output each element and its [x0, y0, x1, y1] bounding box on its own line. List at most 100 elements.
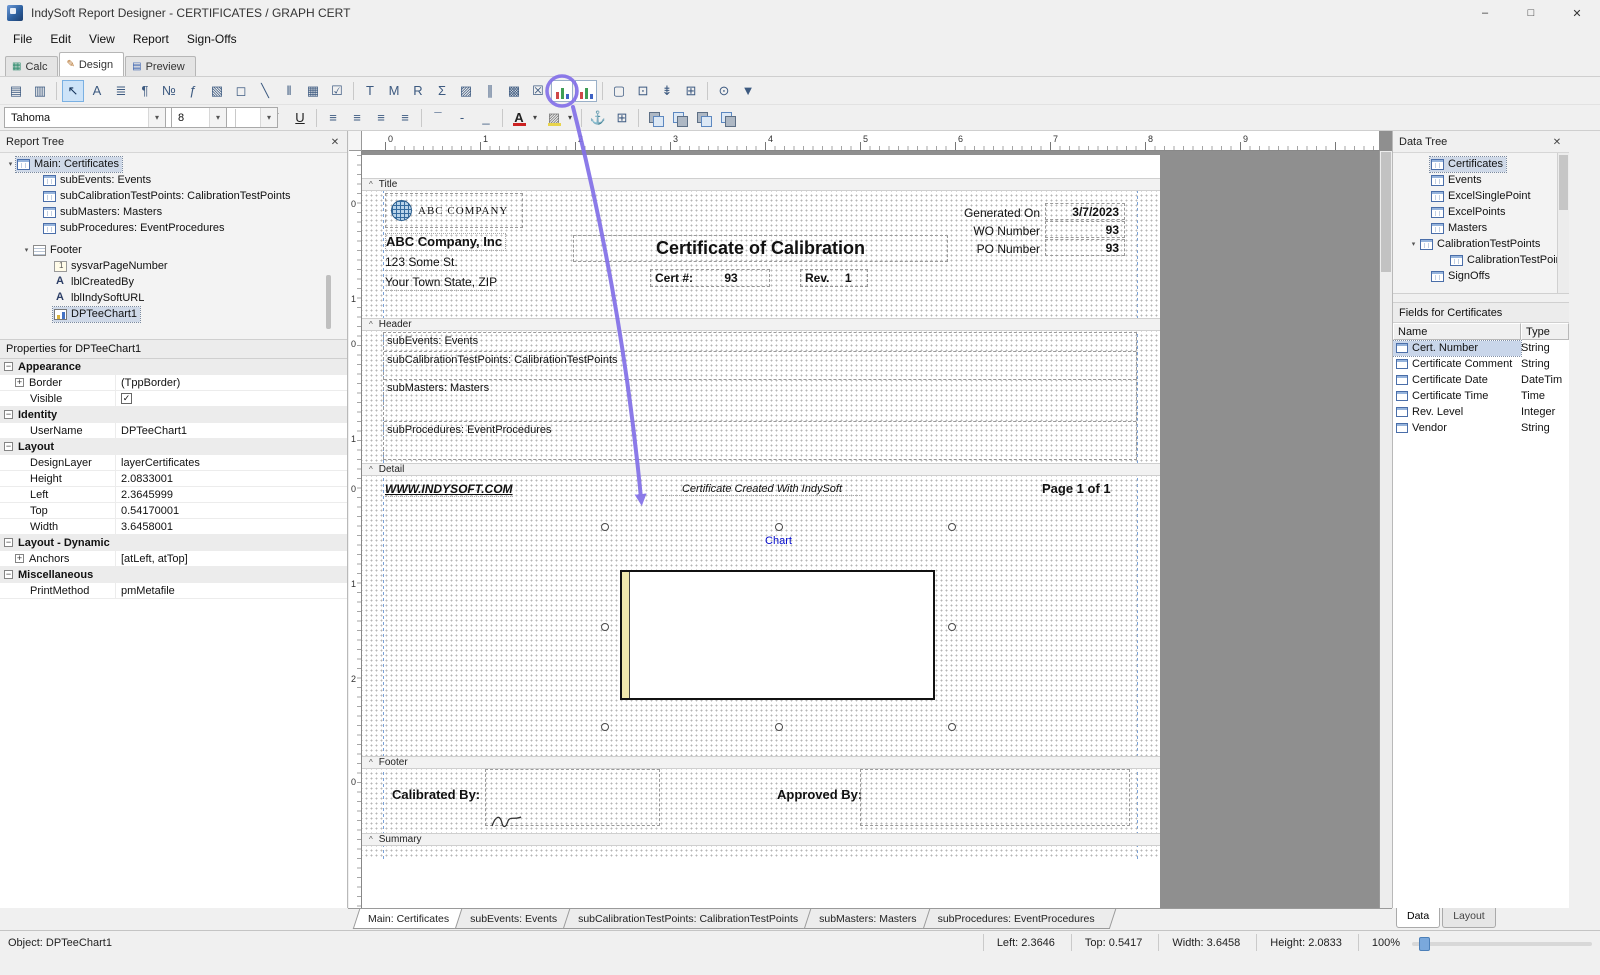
summary-band-header[interactable]: ^ Summary	[362, 833, 1160, 846]
align-middle-button[interactable]: -	[451, 107, 473, 129]
footer-band-header[interactable]: ^ Footer	[362, 756, 1160, 769]
align-bottom-button[interactable]: _	[475, 107, 497, 129]
doc-tab-subprocedures[interactable]: subProcedures: EventProcedures	[926, 909, 1113, 929]
select-tool-icon[interactable]: ↖	[62, 80, 84, 102]
dropdown-arrow-icon[interactable]: ▾	[148, 108, 165, 127]
zoom-tool-icon[interactable]: ⊙	[713, 80, 735, 102]
props-row-top[interactable]: Top 0.54170001	[0, 503, 347, 519]
tree-item-dpteechart1[interactable]: DPTeeChart1	[0, 306, 347, 322]
resize-handle[interactable]	[775, 723, 783, 731]
collapse-arrow-icon[interactable]: ▾	[1408, 240, 1419, 248]
dbrichtext-tool-icon[interactable]: R	[407, 80, 429, 102]
address-line1-label[interactable]: 123 Some St.	[385, 255, 458, 271]
bring-to-front-button[interactable]	[644, 107, 666, 129]
fill-color-button[interactable]: ▨	[543, 107, 565, 129]
approved-by-label[interactable]: Approved By:	[777, 787, 862, 802]
fill-color-dropdown[interactable]: ▾	[564, 107, 576, 129]
align-justify-button[interactable]: ≡	[394, 107, 416, 129]
collapse-icon[interactable]: −	[4, 570, 13, 579]
po-number-label[interactable]: PO Number	[922, 242, 1040, 256]
band-collapse-icon[interactable]: ^	[369, 759, 373, 767]
dropdown-arrow-icon[interactable]: ▾	[260, 108, 277, 127]
tree-item-lblindysofturl[interactable]: lblIndySoftURL	[0, 290, 347, 306]
close-panel-icon[interactable]: ✕	[328, 135, 342, 149]
resize-handle[interactable]	[948, 723, 956, 731]
props-group-miscellaneous[interactable]: − Miscellaneous	[0, 567, 347, 583]
cert-number-value[interactable]: 93	[693, 271, 769, 285]
data-item-events[interactable]: Events	[1393, 172, 1569, 188]
resize-handle[interactable]	[601, 623, 609, 631]
resize-handle[interactable]	[948, 623, 956, 631]
close-panel-icon[interactable]: ✕	[1550, 135, 1564, 149]
image-tool-icon[interactable]: ▧	[206, 80, 228, 102]
title-band-area[interactable]: ABC COMPANY ABC Company, Inc 123 Some St…	[362, 191, 1160, 318]
expand-icon[interactable]: +	[15, 554, 24, 563]
line-tool-icon[interactable]: ╲	[254, 80, 276, 102]
dbbarcode-tool-icon[interactable]: ∥	[479, 80, 501, 102]
wo-number-value[interactable]: 93	[1045, 221, 1125, 238]
font-color-button[interactable]: A	[508, 107, 530, 129]
tree-item-footer[interactable]: ▾ Footer	[0, 242, 347, 258]
maximize-button[interactable]: □	[1508, 0, 1554, 26]
report-page[interactable]: ^ Title ABC COMPANY ABC Company, Inc 123…	[362, 155, 1160, 908]
dbcalc-tool-icon[interactable]: Σ	[431, 80, 453, 102]
data-item-excelpoints[interactable]: ExcelPoints	[1393, 204, 1569, 220]
footer-band-area[interactable]: Calibrated By: Approved By:	[362, 769, 1160, 833]
company-name-label[interactable]: ABC Company, Inc	[385, 233, 506, 251]
barcode-tool-icon[interactable]: ‖	[278, 80, 300, 102]
menu-signoffs[interactable]: Sign-Offs	[178, 27, 246, 51]
menu-edit[interactable]: Edit	[41, 27, 80, 51]
calibrated-by-label[interactable]: Calibrated By:	[392, 787, 480, 802]
menu-report[interactable]: Report	[124, 27, 178, 51]
dbtext-tool-icon[interactable]: T	[359, 80, 381, 102]
collapse-icon[interactable]: −	[4, 410, 13, 419]
props-row-border[interactable]: +Border (TppBorder)	[0, 375, 347, 391]
header-band-area[interactable]: subEvents: Events subCalibrationTestPoin…	[362, 331, 1160, 463]
design-canvas[interactable]: 0 1 2 3 4 5 6 7 8 9 0 1 0 1 0 1 2 0	[349, 131, 1392, 908]
subreport-container[interactable]: subEvents: Events subCalibrationTestPoin…	[383, 332, 1137, 460]
resize-handle[interactable]	[948, 523, 956, 531]
data-outline-icon[interactable]: ▥	[29, 80, 51, 102]
detail-band-header[interactable]: ^ Detail	[362, 463, 1160, 476]
resize-handle[interactable]	[601, 723, 609, 731]
subreport-procedures[interactable]: subProcedures: EventProcedures	[384, 422, 1136, 459]
tab-layout[interactable]: Layout	[1442, 908, 1496, 928]
resize-handle[interactable]	[775, 523, 783, 531]
highlight-tool-icon[interactable]: ▼	[737, 80, 759, 102]
resize-handle[interactable]	[601, 523, 609, 531]
title-band-header[interactable]: ^ Title	[362, 178, 1160, 191]
dbchart-tool-icon[interactable]	[551, 80, 573, 102]
props-group-appearance[interactable]: − Appearance	[0, 359, 347, 375]
crosstab-tool-icon[interactable]: ⊞	[680, 80, 702, 102]
collapse-icon[interactable]: −	[4, 442, 13, 451]
label-tool-icon[interactable]: A	[86, 80, 108, 102]
detail-band-area[interactable]: WWW.INDYSOFT.COM Certificate Created Wit…	[362, 476, 1160, 756]
menu-view[interactable]: View	[80, 27, 124, 51]
company-logo[interactable]: ABC COMPANY	[385, 193, 523, 228]
band-collapse-icon[interactable]: ^	[369, 836, 373, 844]
props-row-anchors[interactable]: +Anchors [atLeft, atTop]	[0, 551, 347, 567]
created-with-label[interactable]: Certificate Created With IndySoft	[662, 483, 862, 496]
tab-calc[interactable]: ▦ Calc	[5, 56, 58, 76]
title-bar[interactable]: IndySoft Report Designer - CERTIFICATES …	[0, 0, 1600, 26]
data-item-calibrationtestpoints[interactable]: ▾ CalibrationTestPoints	[1393, 236, 1569, 252]
props-group-identity[interactable]: − Identity	[0, 407, 347, 423]
data-item-excelsinglepoint[interactable]: ExcelSinglePoint	[1393, 188, 1569, 204]
data-tree-scrollbar[interactable]	[1557, 153, 1569, 293]
address-line2-label[interactable]: Your Town State, ZIP	[385, 275, 497, 291]
tab-preview[interactable]: ▤ Preview	[125, 56, 196, 76]
send-to-back-button[interactable]	[668, 107, 690, 129]
props-row-width[interactable]: Width 3.6458001	[0, 519, 347, 535]
expand-icon[interactable]: +	[15, 378, 24, 387]
doc-tab-submasters[interactable]: subMasters: Masters	[807, 909, 934, 929]
field-row-vendor[interactable]: Vendor String	[1393, 420, 1569, 436]
data-item-masters[interactable]: Masters	[1393, 220, 1569, 236]
collapse-arrow-icon[interactable]: ▾	[21, 246, 32, 254]
pagebreak-tool-icon[interactable]: ⇟	[656, 80, 678, 102]
subreport-masters[interactable]: subMasters: Masters	[384, 380, 1136, 422]
generated-on-value[interactable]: 3/7/2023	[1045, 203, 1125, 220]
data-item-calibrationtestpoint[interactable]: CalibrationTestPoint	[1393, 252, 1569, 268]
dbteechart-tool-icon[interactable]	[575, 80, 597, 102]
align-right-button[interactable]: ≡	[370, 107, 392, 129]
collapse-icon[interactable]: −	[4, 362, 13, 371]
